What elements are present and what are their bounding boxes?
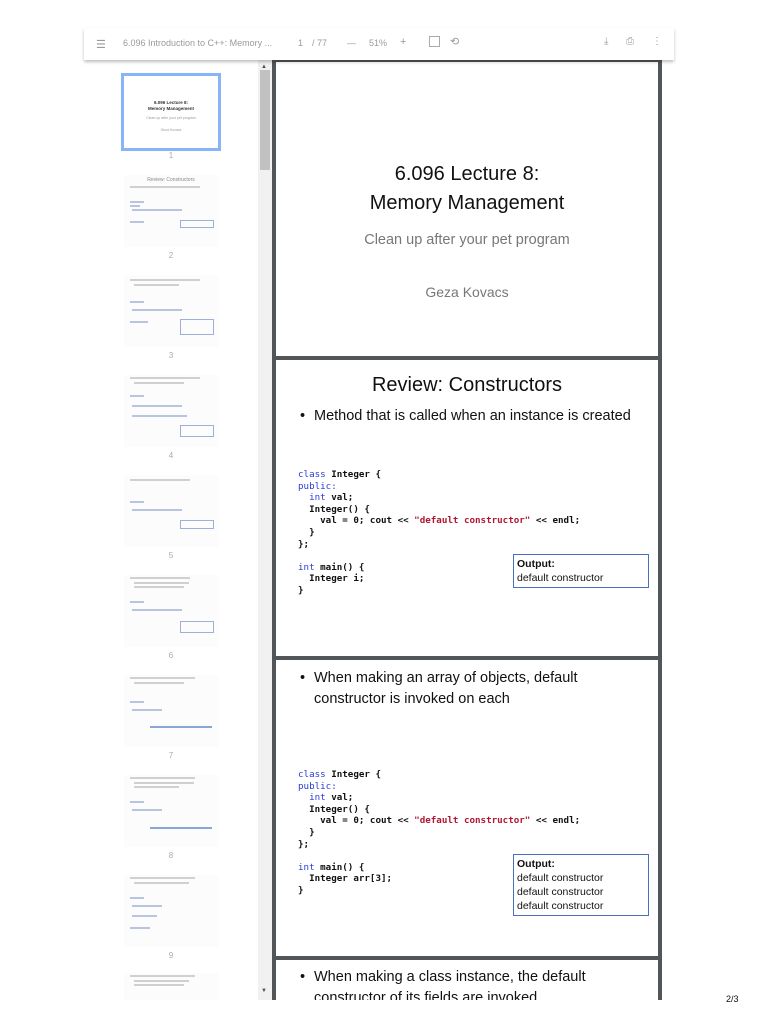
thumbnail-label: 5 (168, 551, 174, 560)
thumbnail-page-7[interactable] (124, 675, 218, 747)
page-total: / 77 (312, 38, 328, 48)
thumbnail-label: 2 (168, 251, 174, 260)
slide-bullet: Method that is called when an instance i… (300, 406, 648, 427)
slide-2: Review: Constructors Method that is call… (276, 360, 658, 656)
slide-title-line2: Memory Management (369, 192, 565, 214)
download-icon[interactable]: ⤓ (604, 36, 608, 47)
zoom-out-button[interactable]: — (347, 38, 356, 48)
zoom-in-button[interactable]: + (400, 36, 406, 48)
thumb-title: Review: Constructors (147, 177, 195, 183)
slide-4: When making a class instance, the defaul… (276, 960, 658, 1000)
thumbnail-label: 1 (168, 151, 174, 160)
thumbnail-sidebar: 6.096 Lecture 8: Memory Management Clean… (84, 60, 258, 1000)
pdf-toolbar: ☰ 6.096 Introduction to C++: Memory ... … (84, 28, 674, 60)
output-box: Output: default constructor (513, 554, 649, 588)
thumbnail-page-5[interactable] (124, 475, 218, 547)
slide-bullet: When making a class instance, the defaul… (300, 967, 648, 1000)
document-title: 6.096 Introduction to C++: Memory ... (123, 38, 273, 48)
page-number-input[interactable]: 1 (298, 38, 303, 48)
thumbnail-label: 8 (168, 851, 174, 860)
output-box: Output: default constructor default constr… (513, 854, 649, 916)
slide-3: When making an array of objects, default… (276, 660, 658, 956)
thumbnail-page-4[interactable] (124, 375, 218, 447)
print-page-number: 2/3 (726, 994, 739, 1004)
thumbnail-page-9[interactable] (124, 875, 218, 947)
menu-icon[interactable]: ☰ (96, 38, 106, 51)
thumb-title: 6.096 Lecture 8: (153, 100, 189, 105)
thumbnail-label: 7 (168, 751, 174, 760)
slide-title: Review: Constructors (371, 374, 563, 396)
slide-1: 6.096 Lecture 8: Memory Management Clean… (276, 62, 658, 356)
zoom-level[interactable]: 51% (369, 38, 387, 48)
thumbnail-label: 6 (168, 651, 174, 660)
thumbnail-page-3[interactable] (124, 275, 218, 347)
sidebar-scrollbar[interactable]: ▲ ▼ (258, 60, 272, 1000)
thumbnail-label: 4 (168, 451, 174, 460)
thumb-title2: Memory Management (147, 106, 194, 111)
fit-page-icon[interactable] (429, 36, 440, 47)
scrollbar-thumb[interactable] (260, 70, 270, 170)
thumb-subtitle: Clean up after your pet program (146, 116, 196, 120)
thumbnail-page-10[interactable] (124, 973, 218, 1000)
document-view: 6.096 Lecture 8: Memory Management Clean… (272, 60, 662, 1000)
thumbnail-label: 3 (168, 351, 174, 360)
thumb-author: Geza Kovacs (160, 128, 182, 132)
slide-title-line1: 6.096 Lecture 8: (394, 163, 540, 185)
scroll-down-icon[interactable]: ▼ (261, 988, 267, 994)
thumbnail-page-2[interactable]: Review: Constructors (124, 175, 218, 247)
slide-subtitle: Clean up after your pet program (364, 232, 570, 248)
slide-author: Geza Kovacs (425, 284, 509, 300)
more-icon[interactable]: ⋮ (652, 36, 662, 47)
thumbnail-page-6[interactable] (124, 575, 218, 647)
rotate-icon[interactable]: ⟲ (450, 35, 459, 48)
print-icon[interactable]: ⎙ (626, 36, 634, 47)
thumbnail-page-8[interactable] (124, 775, 218, 847)
thumbnail-label: 9 (168, 951, 174, 960)
slide-bullet: When making an array of objects, default… (300, 668, 648, 710)
thumbnail-page-1[interactable]: 6.096 Lecture 8: Memory Management Clean… (121, 73, 221, 151)
